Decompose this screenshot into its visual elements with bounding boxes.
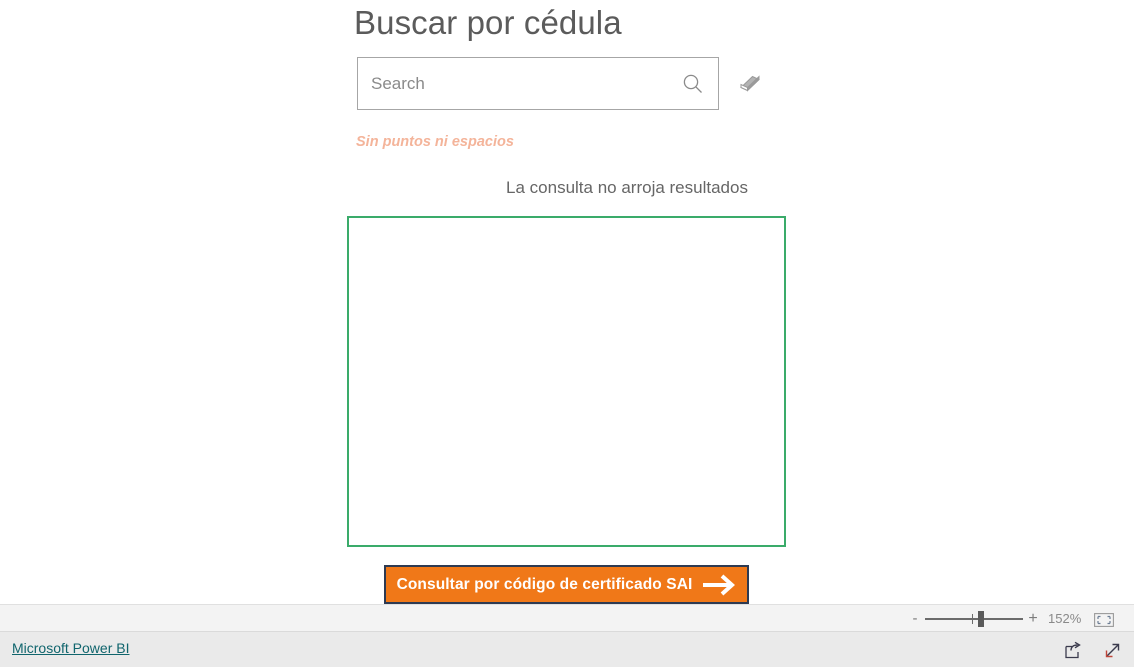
consultar-sai-button[interactable]: Consultar por código de certificado SAI [384, 565, 749, 604]
report-canvas: Buscar por cédula Sin puntos ni espacios… [0, 0, 1134, 604]
search-input[interactable] [371, 58, 671, 109]
results-table-container [347, 216, 786, 547]
consultar-sai-button-label: Consultar por código de certificado SAI [396, 575, 693, 593]
search-slicer[interactable] [357, 57, 719, 110]
zoom-slider-thumb[interactable] [978, 611, 984, 627]
zoom-in-button[interactable]: + [1026, 610, 1040, 628]
fullscreen-icon[interactable] [1103, 641, 1122, 660]
zoom-level-label: 152% [1048, 611, 1082, 626]
share-icon[interactable] [1063, 641, 1083, 660]
zoom-out-button[interactable]: - [908, 611, 922, 627]
zoom-slider[interactable] [925, 611, 1023, 627]
zoom-toolbar: - + 152% [0, 604, 1134, 632]
microsoft-power-bi-link[interactable]: Microsoft Power BI [12, 640, 129, 656]
no-results-message: La consulta no arroja resultados [506, 178, 748, 197]
zoom-slider-tick [972, 614, 973, 624]
eraser-icon[interactable] [735, 68, 765, 98]
arrow-right-icon [702, 573, 736, 597]
fit-to-page-icon[interactable] [1094, 613, 1114, 627]
search-icon[interactable] [682, 73, 704, 95]
page-title: Buscar por cédula [354, 4, 622, 41]
search-hint-text: Sin puntos ni espacios [356, 134, 514, 150]
footer-bar: Microsoft Power BI [0, 632, 1134, 667]
